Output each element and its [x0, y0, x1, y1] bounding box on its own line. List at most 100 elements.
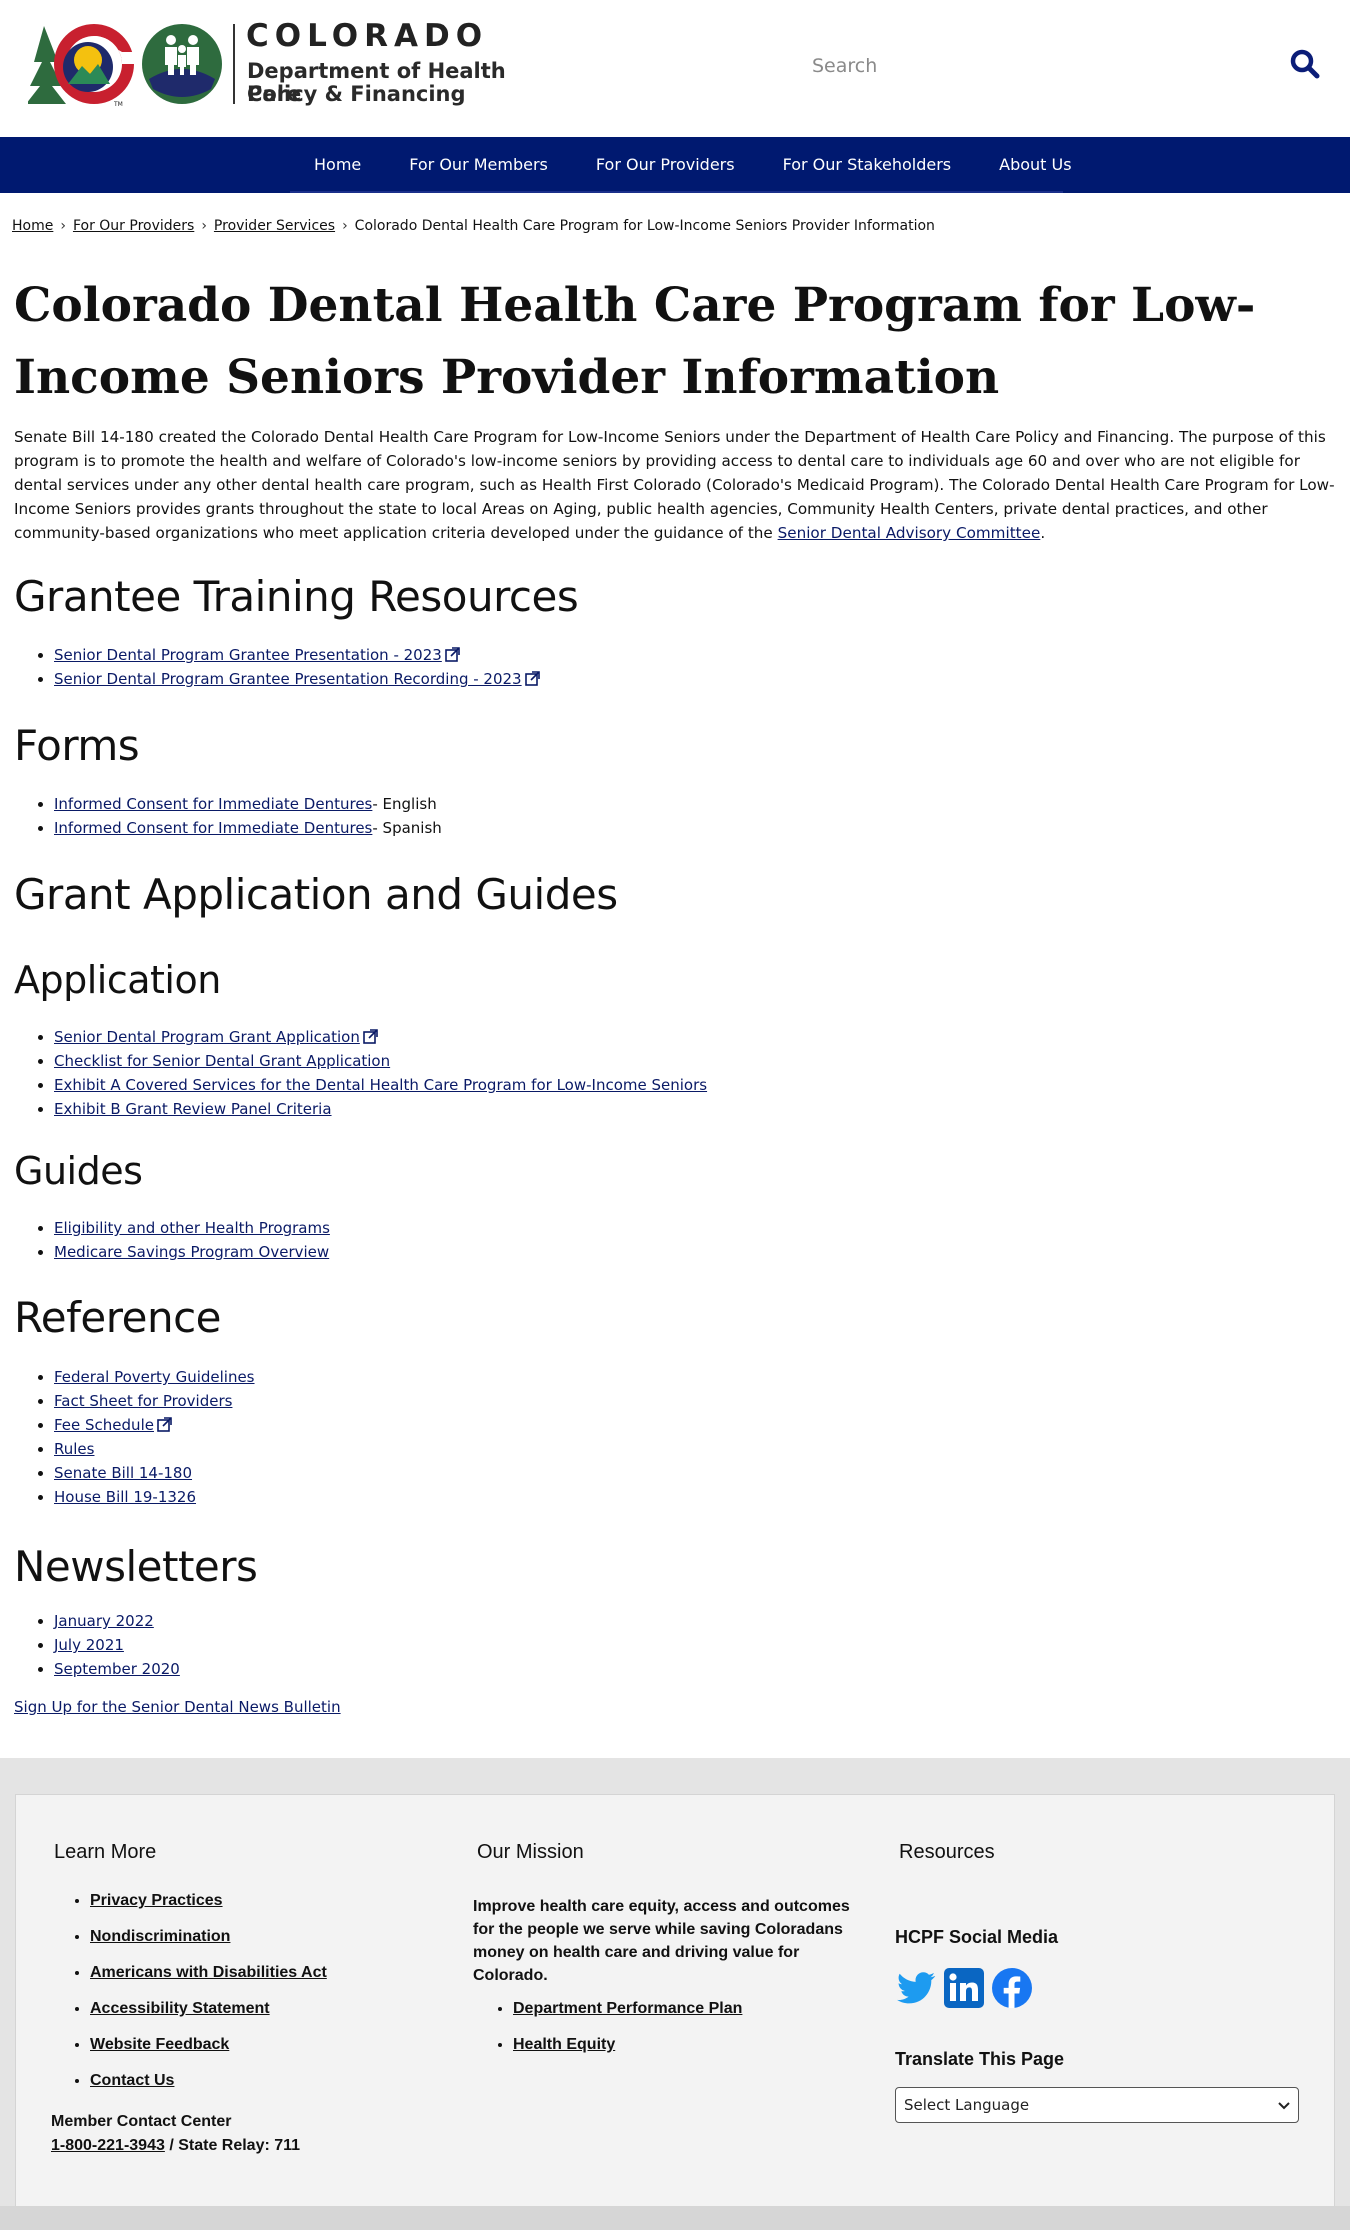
contact-phone-link[interactable]: 1-800-221-3943: [51, 2137, 165, 2154]
ada-link[interactable]: Americans with Disabilities Act: [90, 1964, 327, 1981]
accessibility-statement-link[interactable]: Accessibility Statement: [90, 2000, 270, 2017]
department-performance-plan-link[interactable]: Department Performance Plan: [513, 2000, 742, 2017]
informed-consent-spanish-link[interactable]: Informed Consent for Immediate Dentures: [54, 819, 372, 837]
list-item: Federal Poverty Guidelines: [54, 1365, 255, 1389]
senior-dental-advisory-committee-link[interactable]: Senior Dental Advisory Committee: [778, 524, 1041, 542]
list-item: Senior Dental Program Grant Application: [54, 1025, 707, 1049]
newsletter-september-2020-link[interactable]: September 2020: [54, 1660, 180, 1678]
health-equity-link[interactable]: Health Equity: [513, 2036, 615, 2053]
intro-text: Senate Bill 14-180 created the Colorado …: [14, 428, 1335, 542]
search-button[interactable]: [1288, 48, 1322, 82]
nav-item-for-our-providers[interactable]: For Our Providers: [572, 137, 759, 193]
senate-bill-link[interactable]: Senate Bill 14-180: [54, 1464, 192, 1482]
nav-item-for-our-stakeholders[interactable]: For Our Stakeholders: [759, 137, 976, 193]
privacy-practices-link[interactable]: Privacy Practices: [90, 1892, 223, 1909]
colorado-logo-icon: TM: [28, 24, 138, 108]
nav-item-for-our-members[interactable]: For Our Members: [385, 137, 572, 193]
rules-link[interactable]: Rules: [54, 1440, 94, 1458]
intro-end: .: [1040, 524, 1046, 542]
medicare-savings-link[interactable]: Medicare Savings Program Overview: [54, 1243, 329, 1261]
footer-heading-learn-more: Learn More: [54, 1841, 157, 1863]
fee-schedule-link[interactable]: Fee Schedule: [54, 1416, 154, 1434]
list-item: Checklist for Senior Dental Grant Applic…: [54, 1049, 707, 1073]
guides-list: Eligibility and other Health Programs Me…: [54, 1216, 330, 1264]
section-heading-newsletters: Newsletters: [14, 1542, 258, 1591]
svg-text:TM: TM: [113, 101, 123, 108]
list-item: Senate Bill 14-180: [54, 1461, 255, 1485]
website-feedback-link[interactable]: Website Feedback: [90, 2036, 229, 2053]
language-suffix: - Spanish: [372, 819, 442, 837]
list-item: Website Feedback: [90, 2027, 327, 2063]
contact-phone-line: 1-800-221-3943 / State Relay: 711: [51, 2134, 300, 2157]
list-item: January 2022: [54, 1609, 180, 1633]
newsletter-july-2021-link[interactable]: July 2021: [54, 1636, 124, 1654]
exhibit-b-link[interactable]: Exhibit B Grant Review Panel Criteria: [54, 1100, 332, 1118]
main-content: Colorado Dental Health Care Program for …: [0, 193, 1350, 1813]
twitter-icon[interactable]: [895, 1967, 937, 2009]
intro-paragraph: Senate Bill 14-180 created the Colorado …: [14, 425, 1339, 545]
eligibility-link[interactable]: Eligibility and other Health Programs: [54, 1219, 330, 1237]
list-item: Americans with Disabilities Act: [90, 1955, 327, 1991]
application-list: Senior Dental Program Grant Application …: [54, 1025, 707, 1121]
fact-sheet-link[interactable]: Fact Sheet for Providers: [54, 1392, 232, 1410]
language-select[interactable]: Select Language: [895, 2087, 1299, 2123]
list-item: Informed Consent for Immediate Dentures-…: [54, 816, 442, 840]
list-item: Privacy Practices: [90, 1883, 327, 1919]
colorado-wordmark: COLORADO: [246, 18, 489, 54]
site-footer: Learn More Privacy Practices Nondiscrimi…: [0, 1758, 1350, 2230]
list-item: Medicare Savings Program Overview: [54, 1240, 330, 1264]
list-item: Fact Sheet for Providers: [54, 1389, 255, 1413]
list-item: Fee Schedule: [54, 1413, 255, 1437]
reference-list: Federal Poverty Guidelines Fact Sheet fo…: [54, 1365, 255, 1509]
footer-bottom-bar: [0, 2206, 1350, 2230]
nav-item-home[interactable]: Home: [290, 137, 385, 193]
social-media-heading: HCPF Social Media: [895, 1927, 1059, 1947]
external-link-icon: [363, 1029, 378, 1044]
linkedin-icon[interactable]: [943, 1967, 985, 2009]
section-heading-grantee-training: Grantee Training Resources: [14, 572, 579, 621]
forms-list: Informed Consent for Immediate Dentures-…: [54, 792, 442, 840]
informed-consent-english-link[interactable]: Informed Consent for Immediate Dentures: [54, 795, 372, 813]
external-link-icon: [524, 671, 540, 686]
newsletters-list: January 2022 July 2021 September 2020: [54, 1609, 180, 1681]
site-header: TM COLORADO Department of Health Care Po…: [0, 0, 1350, 137]
grantee-presentation-recording-link[interactable]: Senior Dental Program Grantee Presentati…: [54, 670, 522, 688]
house-bill-link[interactable]: House Bill 19-1326: [54, 1488, 196, 1506]
newsletter-january-2022-link[interactable]: January 2022: [54, 1612, 154, 1630]
learn-more-list: Privacy Practices Nondiscrimination Amer…: [90, 1883, 327, 2099]
dept-name-line-2: Policy & Financing: [247, 82, 466, 106]
nondiscrimination-link[interactable]: Nondiscrimination: [90, 1928, 230, 1945]
list-item: Rules: [54, 1437, 255, 1461]
checklist-link[interactable]: Checklist for Senior Dental Grant Applic…: [54, 1052, 390, 1070]
member-contact-label: Member Contact Center: [51, 2113, 232, 2130]
list-item: Exhibit B Grant Review Panel Criteria: [54, 1097, 707, 1121]
translate-heading: Translate This Page: [895, 2049, 1065, 2069]
hcpf-emblem-icon: [142, 24, 222, 104]
search-icon: [1290, 49, 1320, 78]
contact-us-link[interactable]: Contact Us: [90, 2072, 174, 2089]
list-item: Contact Us: [90, 2063, 327, 2099]
logo-divider: [233, 24, 235, 104]
search-input[interactable]: [800, 40, 1270, 92]
facebook-icon[interactable]: [991, 1967, 1033, 2009]
grantee-presentation-link[interactable]: Senior Dental Program Grantee Presentati…: [54, 646, 442, 664]
section-heading-reference: Reference: [14, 1293, 222, 1342]
chevron-down-icon: [1278, 2102, 1290, 2110]
subheading-guides: Guides: [14, 1149, 143, 1193]
list-item: September 2020: [54, 1657, 180, 1681]
list-item: Senior Dental Program Grantee Presentati…: [54, 643, 540, 667]
mission-text: Improve health care equity, access and o…: [473, 1898, 850, 1984]
main-nav: Home For Our Members For Our Providers F…: [0, 137, 1350, 193]
nav-item-about-us[interactable]: About Us: [975, 137, 1095, 193]
federal-poverty-guidelines-link[interactable]: Federal Poverty Guidelines: [54, 1368, 255, 1386]
footer-panel: Learn More Privacy Practices Nondiscrimi…: [15, 1794, 1335, 2214]
social-icons: [895, 1967, 1033, 2009]
external-link-icon: [157, 1417, 172, 1432]
grant-application-link[interactable]: Senior Dental Program Grant Application: [54, 1028, 360, 1046]
list-item: Accessibility Statement: [90, 1991, 327, 2027]
hcpf-logo-link[interactable]: TM COLORADO Department of Health Care Po…: [28, 18, 548, 112]
language-suffix: - English: [372, 795, 437, 813]
exhibit-a-link[interactable]: Exhibit A Covered Services for the Denta…: [54, 1076, 707, 1094]
newsletter-signup-link[interactable]: Sign Up for the Senior Dental News Bulle…: [14, 1698, 341, 1716]
list-item: Senior Dental Program Grantee Presentati…: [54, 667, 540, 691]
